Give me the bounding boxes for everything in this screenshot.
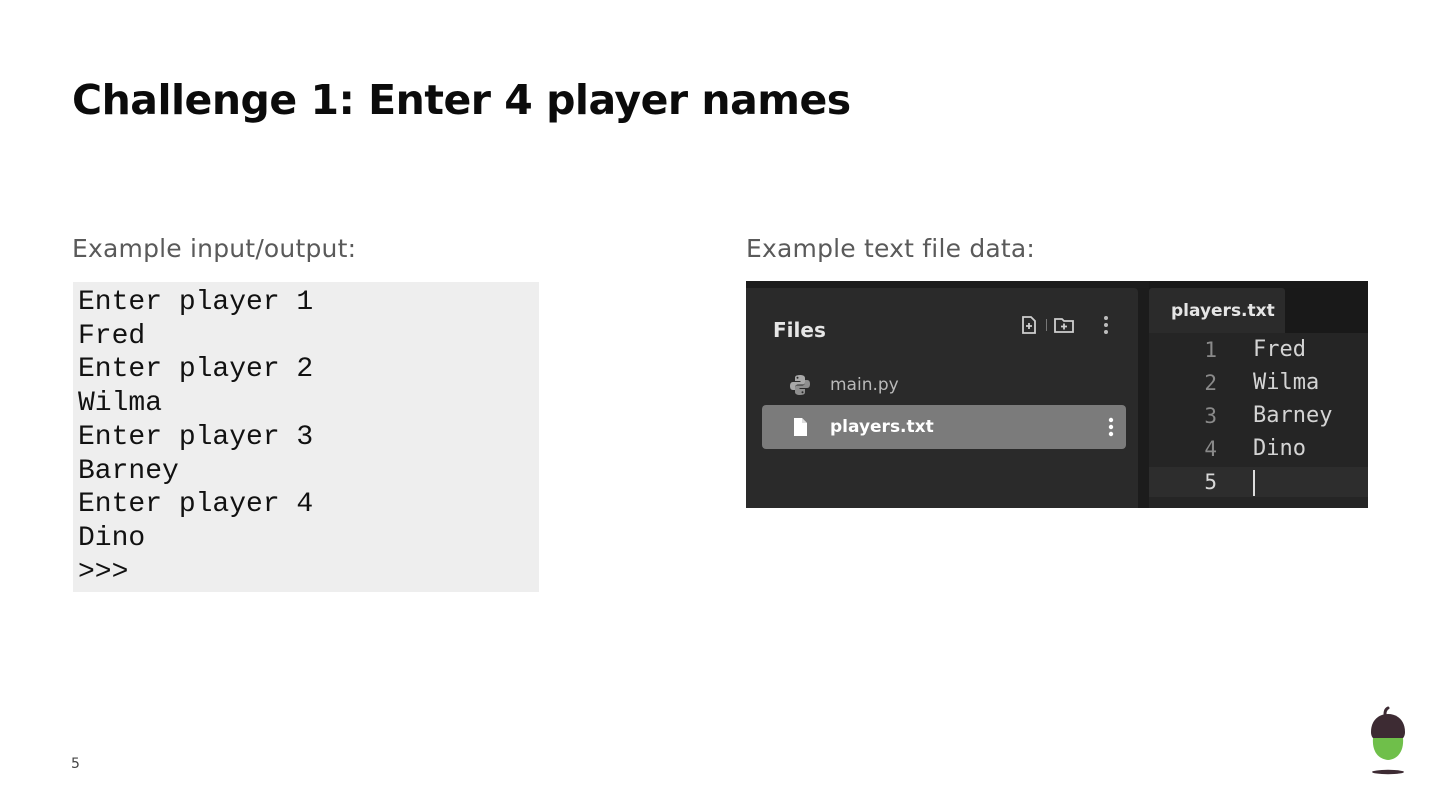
new-file-icon[interactable] <box>1018 314 1040 336</box>
files-header-actions <box>1018 312 1117 338</box>
example-file-label: Example text file data: <box>746 234 1036 263</box>
file-item-players-txt[interactable]: players.txt <box>762 405 1126 449</box>
line-number: 5 <box>1204 470 1217 494</box>
code-text: Barney <box>1253 403 1333 428</box>
editor-pane: players.txt 1 Fred 2 Wilma 3 Barney 4 Di… <box>1149 281 1368 508</box>
more-vert-icon[interactable] <box>1095 314 1117 336</box>
code-text: Wilma <box>1253 370 1320 395</box>
ide-screenshot: Files main.py players.txt players.txt 1 … <box>746 281 1368 508</box>
line-number: 3 <box>1204 404 1217 428</box>
console-line: Enter player 4 <box>78 489 314 521</box>
line-number: 1 <box>1204 338 1217 362</box>
file-options-icon[interactable] <box>1104 415 1118 439</box>
editor-tab-strip: players.txt <box>1149 281 1368 333</box>
new-folder-icon[interactable] <box>1053 314 1075 336</box>
code-text: Dino <box>1253 436 1306 461</box>
console-line: Enter player 2 <box>78 354 314 386</box>
line-number: 2 <box>1204 371 1217 395</box>
python-icon <box>788 373 812 397</box>
text-cursor <box>1253 470 1255 496</box>
tab-players-txt[interactable]: players.txt <box>1149 288 1285 333</box>
tab-label: players.txt <box>1171 301 1275 321</box>
console-line: Enter player 1 <box>78 287 314 318</box>
page-number: 5 <box>71 756 80 772</box>
code-line: 3 Barney <box>1149 401 1368 431</box>
line-number: 4 <box>1204 437 1217 461</box>
slide-title: Challenge 1: Enter 4 player names <box>72 76 851 124</box>
console-output: Enter player 1 Fred Enter player 2 Wilma… <box>73 282 539 592</box>
example-io-label: Example input/output: <box>72 234 357 263</box>
code-line: 2 Wilma <box>1149 368 1368 398</box>
console-line: Wilma <box>78 388 163 420</box>
console-line: Barney <box>78 455 179 487</box>
console-line: Dino <box>78 522 146 554</box>
code-line-current: 5 <box>1149 467 1368 497</box>
code-line: 4 Dino <box>1149 434 1368 464</box>
file-item-main-py[interactable]: main.py <box>762 363 1126 407</box>
console-line: Enter player 3 <box>78 421 314 453</box>
file-label: players.txt <box>830 417 934 437</box>
code-text: Fred <box>1253 337 1306 362</box>
files-header: Files <box>773 318 826 342</box>
code-area[interactable]: 1 Fred 2 Wilma 3 Barney 4 Dino 5 <box>1149 333 1368 508</box>
file-icon <box>788 415 812 439</box>
console-line: Fred <box>78 320 146 352</box>
files-panel: Files main.py players.txt <box>746 288 1138 508</box>
acorn-logo-icon <box>1366 706 1410 778</box>
header-divider <box>1046 319 1047 331</box>
console-prompt: >>> <box>78 556 129 588</box>
code-line: 1 Fred <box>1149 335 1368 365</box>
file-label: main.py <box>830 375 899 395</box>
